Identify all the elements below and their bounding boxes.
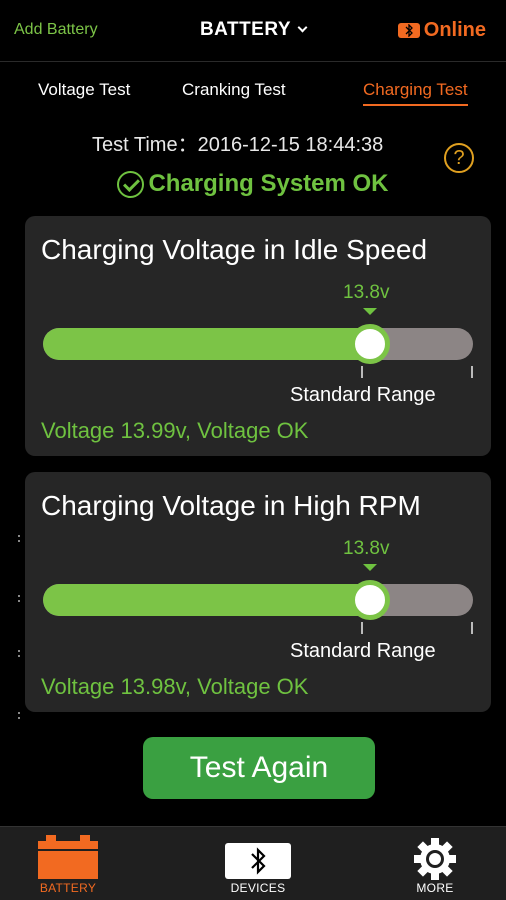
- edge-marker: [18, 595, 21, 605]
- tab-voltage-test[interactable]: Voltage Test: [38, 80, 130, 100]
- edge-marker: [18, 712, 21, 722]
- card-title: Charging Voltage in Idle Speed: [41, 234, 428, 265]
- bluetooth-icon: [397, 23, 420, 38]
- nav-label: BATTERY: [39, 881, 97, 895]
- battery-icon: [38, 835, 98, 879]
- edge-marker: [18, 535, 21, 545]
- status-label: Charging System OK: [148, 170, 389, 197]
- chevron-down-icon: [297, 22, 308, 33]
- nav-item-battery[interactable]: BATTERY: [3, 827, 133, 900]
- bottom-nav: BATTERY DEVICES MORE: [0, 826, 506, 900]
- bluetooth-icon: [225, 843, 291, 879]
- nav-label: MORE: [416, 881, 454, 895]
- top-bar: Add Battery BATTERY Online: [0, 0, 506, 62]
- nav-item-more[interactable]: MORE: [370, 827, 500, 900]
- standard-value-label: 13.8v: [343, 538, 390, 559]
- range-tick-end: [471, 622, 473, 634]
- marker-triangle-icon: [363, 564, 377, 571]
- check-circle-icon: [117, 170, 145, 198]
- nav-label: DEVICES: [230, 881, 286, 895]
- range-tick-start: [361, 366, 363, 378]
- range-tick-start: [361, 622, 363, 634]
- voltage-gauge-thumb: [349, 324, 390, 364]
- tab-charging-test[interactable]: Charging Test: [363, 80, 468, 106]
- voltage-gauge-track: [43, 328, 473, 360]
- test-tabs: Voltage Test Cranking Test Charging Test: [0, 80, 506, 110]
- voltage-result: Voltage 13.98v, Voltage OK: [41, 674, 309, 699]
- high-rpm-card: Charging Voltage in High RPM 13.8v Stand…: [25, 472, 491, 712]
- online-status: Online: [397, 19, 486, 42]
- test-time: Test Time：2016-12-15 18:44:38: [92, 134, 384, 156]
- help-icon[interactable]: ?: [444, 143, 474, 173]
- edge-marker: [18, 650, 21, 660]
- status-message: Charging System OK: [0, 170, 506, 198]
- marker-triangle-icon: [363, 308, 377, 315]
- voltage-gauge-fill: [43, 328, 370, 360]
- gear-icon: [410, 837, 460, 886]
- voltage-gauge-track: [43, 584, 473, 616]
- nav-item-devices[interactable]: DEVICES: [193, 827, 323, 900]
- standard-range-label: Standard Range: [290, 640, 436, 662]
- standard-value-label: 13.8v: [343, 282, 390, 303]
- online-label: Online: [423, 19, 486, 41]
- standard-range-label: Standard Range: [290, 384, 436, 406]
- test-again-button[interactable]: Test Again: [143, 737, 375, 799]
- tab-cranking-test[interactable]: Cranking Test: [182, 80, 286, 100]
- voltage-gauge-fill: [43, 584, 370, 616]
- page-title: BATTERY: [199, 19, 292, 40]
- idle-speed-card: Charging Voltage in Idle Speed 13.8v Sta…: [25, 216, 491, 456]
- voltage-result: Voltage 13.99v, Voltage OK: [41, 418, 309, 443]
- range-tick-end: [471, 366, 473, 378]
- voltage-gauge-thumb: [349, 580, 390, 620]
- card-title: Charging Voltage in High RPM: [41, 490, 421, 521]
